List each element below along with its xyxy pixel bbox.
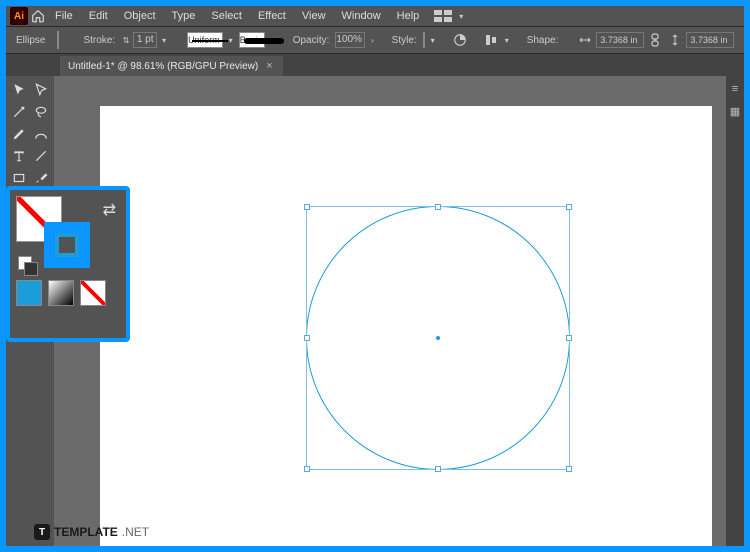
brush-definition[interactable]: Basic: [239, 32, 265, 48]
menu-edit[interactable]: Edit: [82, 7, 115, 25]
home-icon[interactable]: [30, 8, 46, 24]
rectangle-tool-icon[interactable]: [9, 168, 29, 188]
document-tab-title: Untitled-1* @ 98.61% (RGB/GPU Preview): [68, 61, 258, 72]
align-icon[interactable]: [485, 31, 499, 49]
width-field[interactable]: 3.7368 in: [596, 32, 644, 48]
watermark-brand: TEMPLATE: [54, 525, 118, 539]
graphic-style-swatch[interactable]: [423, 32, 425, 48]
artboard: [100, 106, 712, 546]
align-dropdown-icon[interactable]: ▾: [505, 32, 509, 48]
height-icon: [666, 31, 684, 49]
height-field[interactable]: 3.7368 in: [686, 32, 734, 48]
recolor-icon[interactable]: [453, 31, 467, 49]
stroke-stepper-icon[interactable]: ⇅: [121, 32, 131, 48]
watermark-suffix: .NET: [122, 525, 149, 539]
style-label: Style:: [392, 35, 417, 46]
color-mode-swatch[interactable]: [16, 280, 42, 306]
gradient-mode-swatch[interactable]: [48, 280, 74, 306]
control-bar: Ellipse Stroke: ⇅ 1 pt ▾ Uniform ▾ Basic…: [6, 26, 744, 54]
link-dimensions-icon[interactable]: [650, 31, 660, 49]
resize-handle[interactable]: [435, 204, 441, 210]
shape-button-label[interactable]: Shape:: [527, 35, 559, 46]
menu-window[interactable]: Window: [335, 7, 388, 25]
width-icon: [576, 31, 594, 49]
bounding-box: [306, 206, 570, 470]
menu-bar: Ai File Edit Object Type Select Effect V…: [6, 6, 744, 26]
style-dropdown-icon[interactable]: ▾: [431, 32, 435, 48]
lasso-tool-icon[interactable]: [31, 102, 51, 122]
fill-swatch[interactable]: [57, 31, 59, 49]
menu-type[interactable]: Type: [165, 7, 203, 25]
menu-select[interactable]: Select: [204, 7, 249, 25]
stroke-weight-label: Stroke:: [83, 35, 115, 46]
menu-file[interactable]: File: [48, 7, 80, 25]
swap-fill-stroke-icon[interactable]: ⇄: [103, 200, 116, 220]
type-tool-icon[interactable]: [9, 146, 29, 166]
none-mode-swatch[interactable]: [80, 280, 106, 306]
profile-dropdown-icon[interactable]: ▾: [229, 32, 233, 48]
app-logo: Ai: [10, 7, 28, 25]
menu-effect[interactable]: Effect: [251, 7, 293, 25]
pen-tool-icon[interactable]: [9, 124, 29, 144]
canvas-area[interactable]: [54, 76, 726, 546]
stroke-dropdown-icon[interactable]: ▾: [159, 32, 169, 48]
selection-tool-icon[interactable]: [9, 80, 29, 100]
opacity-label: Opacity:: [293, 35, 330, 46]
panel-dock: ≡ ▦: [726, 76, 744, 546]
watermark-badge-icon: T: [34, 524, 50, 540]
line-segment-tool-icon[interactable]: [31, 146, 51, 166]
resize-handle[interactable]: [304, 466, 310, 472]
direct-selection-tool-icon[interactable]: [31, 80, 51, 100]
resize-handle[interactable]: [566, 204, 572, 210]
arrange-documents-icon[interactable]: [432, 8, 454, 24]
arrange-dropdown-icon[interactable]: ▾: [456, 8, 466, 24]
menu-object[interactable]: Object: [117, 7, 163, 25]
selected-shape-label: Ellipse: [16, 35, 45, 46]
stroke-weight-field[interactable]: 1 pt: [133, 32, 157, 48]
default-fill-stroke-icon[interactable]: [24, 262, 38, 276]
fill-stroke-callout: ⇄: [6, 186, 130, 342]
menu-help[interactable]: Help: [390, 7, 427, 25]
resize-handle[interactable]: [566, 335, 572, 341]
resize-handle[interactable]: [304, 204, 310, 210]
resize-handle[interactable]: [304, 335, 310, 341]
stroke-swatch-large[interactable]: [44, 222, 90, 268]
opacity-field[interactable]: 100%: [335, 32, 365, 48]
curvature-tool-icon[interactable]: [31, 124, 51, 144]
variable-width-profile[interactable]: Uniform: [187, 32, 223, 48]
panel-icon[interactable]: ▦: [726, 102, 744, 120]
paintbrush-tool-icon[interactable]: [31, 168, 51, 188]
document-tab[interactable]: Untitled-1* @ 98.61% (RGB/GPU Preview) ×: [60, 56, 283, 76]
document-tab-bar: Untitled-1* @ 98.61% (RGB/GPU Preview) ×: [6, 54, 744, 76]
menu-view[interactable]: View: [295, 7, 333, 25]
magic-wand-tool-icon[interactable]: [9, 102, 29, 122]
close-tab-icon[interactable]: ×: [264, 60, 274, 72]
resize-handle[interactable]: [566, 466, 572, 472]
resize-handle[interactable]: [435, 466, 441, 472]
watermark: T TEMPLATE .NET: [34, 524, 149, 540]
panel-icon[interactable]: ≡: [726, 80, 744, 98]
opacity-dropdown-icon[interactable]: ›: [371, 32, 374, 48]
